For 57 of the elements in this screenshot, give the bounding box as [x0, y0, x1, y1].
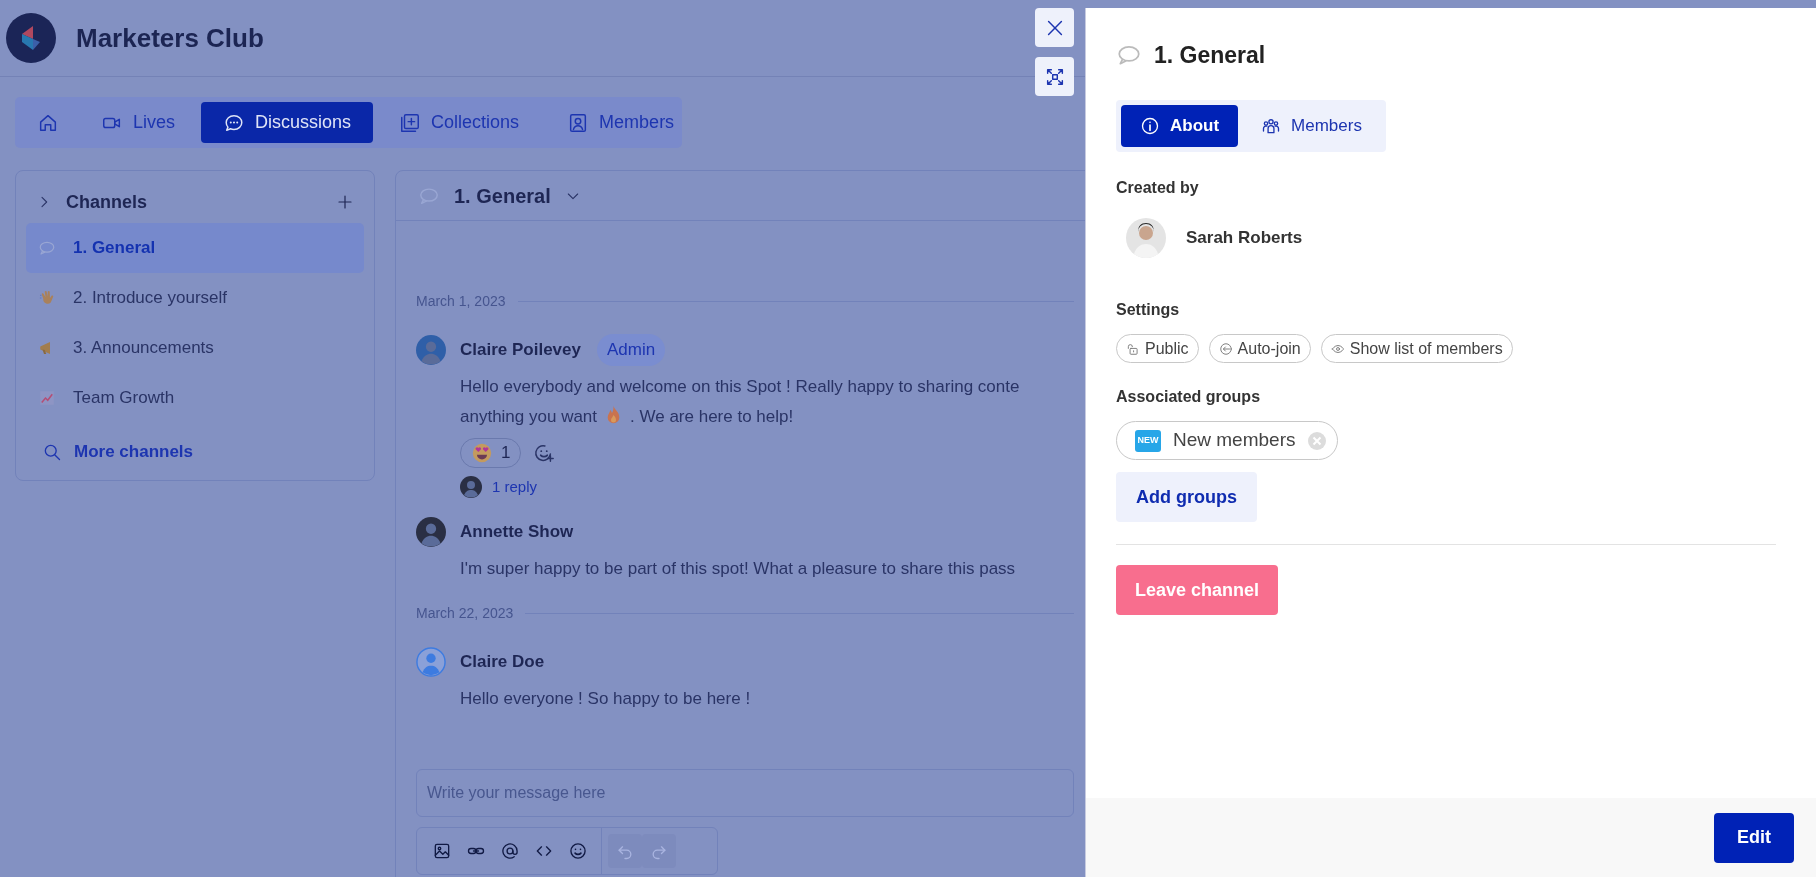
search-icon [42, 442, 62, 462]
add-icon [336, 193, 354, 211]
waving-hand-icon [38, 289, 56, 307]
message-text: Hello everyone ! So happy to be here ! [460, 688, 752, 710]
info-icon [1140, 116, 1160, 136]
channels-heading: Channels [66, 190, 148, 214]
panel-tab[interactable]: About [1121, 105, 1239, 147]
author-name: Claire Poilevey [460, 339, 581, 362]
add-groups-button[interactable]: Add groups [1116, 472, 1257, 522]
speech-bubble-icon [38, 239, 56, 257]
padlock-icon [1126, 341, 1140, 356]
chart-icon [38, 389, 56, 407]
channel-item[interactable]: 2. Introduce yourself [26, 273, 364, 323]
channel-item[interactable]: Team Growth [26, 373, 364, 423]
date-separator: March 22, 2023 [416, 603, 514, 623]
edit-button[interactable]: Edit [1714, 812, 1794, 863]
new-badge: NEW [1135, 429, 1161, 452]
people-icon [1261, 116, 1282, 136]
avatar [416, 335, 446, 365]
add-collection-icon [399, 111, 422, 134]
nav-tab[interactable]: Collections [377, 102, 542, 143]
channel-item[interactable]: 1. General [26, 223, 364, 273]
section-label: Created by [1116, 178, 1200, 198]
user-avatar-icon [416, 647, 446, 677]
date-separator: March 1, 2023 [416, 291, 506, 311]
community-title: Marketers Club [76, 21, 264, 55]
avatar [460, 476, 482, 498]
close-button[interactable] [1035, 8, 1074, 47]
replies-link[interactable]: 1 reply [492, 475, 538, 499]
message-input[interactable]: Write your message here [416, 769, 1074, 817]
emoji-icon [568, 841, 588, 861]
heart-eyes-emoji-icon [471, 442, 493, 464]
panel-tab[interactable]: Members [1242, 105, 1381, 147]
section-label: Settings [1116, 300, 1181, 320]
section-label: Associated groups [1116, 387, 1262, 407]
nav-tab[interactable]: Lives [79, 102, 198, 143]
author-name: Claire Doe [460, 651, 545, 674]
message-text: I'm super happy to be part of this spot! What a pleasure to share this pass [460, 558, 1017, 580]
creator-name: Sarah Roberts [1186, 227, 1303, 250]
avatar [416, 517, 446, 547]
leave-channel-button[interactable]: Leave channel [1116, 565, 1279, 615]
message-text: Hello everybody and welcome on this Spot ! Really happy to sharing conte anything you want . We are here to help! [460, 376, 1021, 428]
panel-title: 1. General [1154, 40, 1266, 70]
more-channels-link[interactable]: More channels [74, 439, 194, 465]
channel-item[interactable]: 3. Announcements [26, 323, 364, 373]
image-icon [432, 841, 452, 861]
nav-tab[interactable]: Discussions [201, 102, 374, 143]
add-reaction-icon [533, 442, 556, 464]
fullscreen-button[interactable] [1035, 57, 1074, 96]
arrow-circle-icon [1218, 341, 1233, 356]
channel-title: 1. General [454, 183, 551, 209]
author-name: Annette Show [460, 521, 574, 544]
nav-tab[interactable]: Members [545, 102, 697, 143]
at-sign-icon [500, 841, 520, 861]
role-tag: Admin [596, 334, 666, 366]
avatar [1126, 218, 1166, 258]
logo [6, 13, 56, 63]
